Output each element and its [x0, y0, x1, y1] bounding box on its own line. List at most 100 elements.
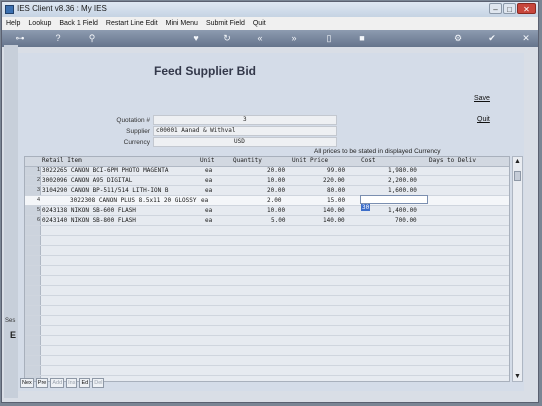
edit-button[interactable]: Ed	[79, 378, 91, 388]
items-grid: Retail Item Unit Quantity Unit Price Cos…	[24, 156, 510, 382]
document-icon[interactable]: ▯	[323, 31, 335, 46]
insert-button[interactable]: Ins	[66, 378, 78, 388]
supplier-label: Supplier	[126, 128, 150, 135]
cost-cell: 1,600.00	[388, 187, 417, 194]
table-row[interactable]: 1 3022265 CANON BCI-6PM PHOTO MAGENTA ea…	[25, 166, 509, 176]
help-icon[interactable]: ?	[52, 31, 64, 46]
unit-cell: ea	[205, 207, 213, 214]
table-row-empty[interactable]	[25, 356, 509, 366]
header-unit: Unit	[200, 157, 215, 164]
cost-cell: 700.00	[395, 217, 417, 224]
table-row-empty[interactable]	[25, 306, 509, 316]
unit-cell: ea	[205, 217, 213, 224]
unit-cell: ea	[205, 177, 213, 184]
cost-input-field[interactable]: 30	[360, 195, 428, 211]
table-row-empty[interactable]	[25, 316, 509, 326]
scroll-down-icon[interactable]: ▼	[514, 373, 521, 380]
menu-back-1-field[interactable]: Back 1 Field	[55, 17, 102, 30]
quantity-cell: 20.00	[267, 167, 286, 174]
quantity-cell: 10.00	[267, 207, 286, 214]
row-number: 5	[36, 207, 40, 213]
refresh-icon[interactable]: ↻	[221, 31, 233, 46]
heart-icon[interactable]: ♥	[190, 31, 202, 46]
table-row-empty[interactable]	[25, 266, 509, 276]
side-letter: E	[10, 330, 17, 340]
row-number: 2	[36, 177, 40, 183]
table-row-empty[interactable]	[25, 366, 509, 376]
unit-cell: ea	[201, 197, 209, 204]
menu-restart-line-edit[interactable]: Restart Line Edit	[102, 17, 162, 30]
maximize-button[interactable]: □	[503, 3, 516, 14]
add-button[interactable]: Add	[50, 378, 65, 388]
row-number: 1	[36, 167, 40, 173]
left-strip	[4, 45, 18, 398]
table-row[interactable]: 6 0243140 NIKON SB-800 FLASH ea 5.00 140…	[25, 216, 509, 226]
next-button[interactable]: Nex	[20, 378, 34, 388]
previous-button[interactable]: Pre	[35, 378, 49, 388]
page-title: Feed Supplier Bid	[154, 64, 257, 78]
vertical-scrollbar[interactable]: ▲ ▼	[512, 156, 523, 382]
price-cell: 140.00	[323, 207, 345, 214]
unit-cell: ea	[205, 187, 213, 194]
menu-quit[interactable]: Quit	[249, 17, 270, 30]
key-icon[interactable]: ⊶	[12, 31, 28, 46]
item-cell: 3022265 CANON BCI-6PM PHOTO MAGENTA	[42, 167, 169, 174]
item-cell: 0243138 NIKON SB-600 FLASH	[42, 207, 136, 214]
minimize-button[interactable]: –	[489, 3, 502, 14]
item-cell: 0243140 NIKON SB-800 FLASH	[42, 217, 136, 224]
stop-icon[interactable]: ■	[356, 31, 368, 46]
menu-lookup[interactable]: Lookup	[24, 17, 55, 30]
table-row-empty[interactable]	[25, 256, 509, 266]
table-row-empty[interactable]	[25, 286, 509, 296]
quotation-field[interactable]: 3	[153, 115, 337, 125]
menu-help[interactable]: Help	[2, 17, 24, 30]
menu-mini-menu[interactable]: Mini Menu	[162, 17, 202, 30]
ok-icon[interactable]: ✔	[486, 31, 498, 46]
quotation-label: Quotation #	[116, 117, 150, 124]
price-cell: 140.00	[323, 217, 345, 224]
row-number: 4	[36, 197, 40, 203]
supplier-field[interactable]: c00001 Aanad & Withval	[153, 126, 337, 136]
header-retail-item: Retail Item	[42, 157, 82, 164]
table-row-empty[interactable]	[25, 276, 509, 286]
session-label: Ses	[5, 318, 16, 324]
search-icon[interactable]: ⚲	[86, 31, 98, 46]
unit-cell: ea	[205, 167, 213, 174]
table-row-empty[interactable]	[25, 226, 509, 236]
scroll-up-icon[interactable]: ▲	[514, 158, 521, 165]
quit-link[interactable]: Quit	[477, 116, 490, 123]
toolbar: ⊶ ? ⚲ ♥ ↻ « » ▯ ■ ⚙ ✔ ✕	[2, 30, 538, 47]
quantity-cell: 2.00	[267, 197, 282, 204]
save-link[interactable]: Save	[474, 95, 490, 102]
table-row-editing[interactable]: 4 3022308 CANON PLUS 8.5x11 20 GLOSSY ea…	[25, 196, 509, 206]
table-row[interactable]: 5 0243138 NIKON SB-600 FLASH ea 10.00 14…	[25, 206, 509, 216]
cancel-icon[interactable]: ✕	[520, 31, 532, 46]
price-cell: 80.00	[327, 187, 346, 194]
item-cell: 3002096 CANON A95 DIGITAL	[42, 177, 133, 184]
grid-action-bar: Nex Pre Add Ins Ed Del	[20, 378, 105, 388]
forward-icon[interactable]: »	[288, 31, 300, 46]
rewind-icon[interactable]: «	[254, 31, 266, 46]
delete-button[interactable]: Del	[92, 378, 105, 388]
menu-submit-field[interactable]: Submit Field	[202, 17, 249, 30]
table-row-empty[interactable]	[25, 326, 509, 336]
table-row-empty[interactable]	[25, 296, 509, 306]
table-row-empty[interactable]	[25, 336, 509, 346]
close-button[interactable]: ✕	[517, 3, 536, 14]
prices-note: All prices to be stated in displayed Cur…	[314, 148, 441, 155]
currency-field[interactable]: USD	[153, 137, 337, 147]
quantity-cell: 20.00	[267, 187, 286, 194]
settings-icon[interactable]: ⚙	[452, 31, 464, 46]
table-row[interactable]: 2 3002096 CANON A95 DIGITAL ea 10.00 220…	[25, 176, 509, 186]
cost-cell: 2,200.00	[388, 177, 417, 184]
table-row-empty[interactable]	[25, 346, 509, 356]
menu-bar: Help Lookup Back 1 Field Restart Line Ed…	[2, 17, 538, 30]
window-title: IES Client v8.36 : My IES	[17, 4, 107, 13]
scroll-thumb[interactable]	[514, 171, 521, 181]
table-row-empty[interactable]	[25, 236, 509, 246]
cost-cell: 1,400.00	[388, 207, 417, 214]
table-row-empty[interactable]	[25, 246, 509, 256]
table-row[interactable]: 3 3104290 CANON BP-511/514 LITH-ION B ea…	[25, 186, 509, 196]
header-quantity: Quantity	[233, 157, 262, 164]
header-days-to-deliv: Days to Deliv	[429, 157, 476, 164]
